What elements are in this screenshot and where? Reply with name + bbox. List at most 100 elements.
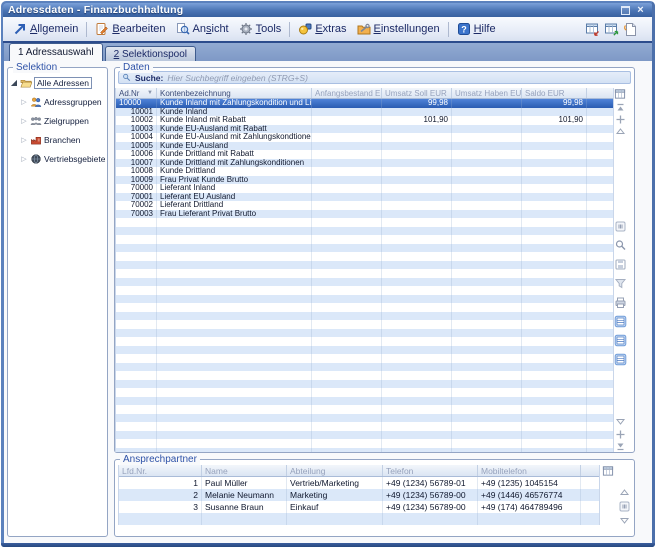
table-row[interactable]: 10006Kunde Drittland mit Rabatt xyxy=(116,150,613,159)
table-row-empty[interactable] xyxy=(116,235,613,244)
contacts-column-header-mobiltelefon[interactable]: Mobiltelefon xyxy=(478,465,581,476)
menu-item-ansicht[interactable]: Ansicht xyxy=(171,20,234,38)
contacts-scroll-down-icon[interactable] xyxy=(619,515,630,526)
table-row-empty[interactable] xyxy=(116,397,613,406)
table-row[interactable]: 10007Kunde Drittland mit Zahlungskonditi… xyxy=(116,159,613,168)
contacts-column-header-telefon[interactable]: Telefon xyxy=(383,465,478,476)
table-row[interactable]: 70002Lieferant Drittland xyxy=(116,201,613,210)
table-row-empty[interactable] xyxy=(116,337,613,346)
tree-item-alle-adressen[interactable]: ◢Alle Adressen xyxy=(10,73,106,92)
menu-item-bearbeiten[interactable]: Bearbeiten xyxy=(90,20,170,38)
table-row[interactable]: 10001Kunde Inland xyxy=(116,108,613,117)
table-row-empty[interactable] xyxy=(116,371,613,380)
table-row-empty[interactable] xyxy=(116,312,613,321)
table-row-empty[interactable] xyxy=(116,448,613,453)
view-mode-2-icon[interactable] xyxy=(614,334,627,347)
table-row-empty[interactable] xyxy=(116,278,613,287)
table-row[interactable]: 10003Kunde EU-Ausland mit Rabatt xyxy=(116,125,613,134)
table-row-empty[interactable] xyxy=(116,269,613,278)
table-row[interactable]: 70000Lieferant Inland xyxy=(116,184,613,193)
title-bar[interactable]: Adressdaten - Finanzbuchhaltung × xyxy=(3,3,653,17)
table-row[interactable]: 10009Frau Privat Kunde Brutto xyxy=(116,176,613,185)
collapse-marker-icon[interactable]: ▷ xyxy=(20,136,28,144)
contacts-column-header-abteilung[interactable]: Abteilung xyxy=(287,465,383,476)
table-row-empty[interactable] xyxy=(116,431,613,440)
scroll-plus-icon[interactable] xyxy=(615,114,626,125)
scroll-first-icon[interactable] xyxy=(615,102,626,113)
drag-grip-icon[interactable] xyxy=(614,220,627,233)
table-row-empty[interactable] xyxy=(116,405,613,414)
view-mode-3-icon[interactable] xyxy=(614,353,627,366)
table-row-empty[interactable] xyxy=(116,286,613,295)
table-row[interactable]: 70003Frau Lieferant Privat Brutto xyxy=(116,210,613,219)
contact-row[interactable]: 2Melanie NeumannMarketing+49 (1234) 5678… xyxy=(119,489,599,501)
new-document-icon[interactable] xyxy=(623,22,638,37)
table-row-empty[interactable] xyxy=(116,346,613,355)
contact-row[interactable]: 3Susanne BraunEinkauf+49 (1234) 56789-00… xyxy=(119,501,599,513)
table-row-empty[interactable] xyxy=(116,363,613,372)
column-header-umsatz-soll-eur[interactable]: Umsatz Soll EUR xyxy=(382,88,452,98)
table-row-empty[interactable] xyxy=(116,414,613,423)
table-row-empty[interactable] xyxy=(116,439,613,448)
table-import-icon[interactable] xyxy=(604,22,619,37)
scroll-last-icon[interactable] xyxy=(615,441,626,452)
table-row-empty[interactable] xyxy=(116,252,613,261)
table-row-empty[interactable] xyxy=(116,295,613,304)
contacts-column-header-name[interactable]: Name xyxy=(202,465,287,476)
table-row[interactable]: 10002Kunde Inland mit Rabatt101,90101,90 xyxy=(116,116,613,125)
menu-item-tools[interactable]: Tools xyxy=(234,20,287,38)
tab-1-adressauswahl[interactable]: 1 Adressauswahl xyxy=(9,43,103,61)
table-row[interactable]: 10008Kunde Drittland xyxy=(116,167,613,176)
column-header-umsatz-haben-eur[interactable]: Umsatz Haben EUR xyxy=(452,88,522,98)
collapse-marker-icon[interactable]: ▷ xyxy=(20,117,28,125)
view-mode-1-icon[interactable] xyxy=(614,315,627,328)
table-row-empty[interactable] xyxy=(116,303,613,312)
close-button[interactable]: × xyxy=(633,4,648,16)
contacts-column-chooser-icon[interactable] xyxy=(602,465,614,477)
contact-row-empty[interactable] xyxy=(119,513,599,525)
scroll-up-icon[interactable] xyxy=(615,126,626,137)
tree-item-branchen[interactable]: ▷Branchen xyxy=(10,130,106,149)
table-row-empty[interactable] xyxy=(116,218,613,227)
zoom-icon[interactable] xyxy=(614,239,627,252)
table-row[interactable]: 70001Lieferant EU Ausland xyxy=(116,193,613,202)
table-row-empty[interactable] xyxy=(116,380,613,389)
scroll-plus2-icon[interactable] xyxy=(615,429,626,440)
table-row[interactable]: 10004Kunde EU-Ausland mit Zahlungskondti… xyxy=(116,133,613,142)
table-row-empty[interactable] xyxy=(116,320,613,329)
column-header-anfangsbestand-eur[interactable]: Anfangsbestand EUR xyxy=(312,88,382,98)
contacts-scroll-up-icon[interactable] xyxy=(619,487,630,498)
contacts-column-header-lfd-nr-[interactable]: Lfd.Nr. xyxy=(119,465,202,476)
column-header-ad-nr[interactable]: Ad.Nr▼ xyxy=(116,88,157,98)
table-row-empty[interactable] xyxy=(116,354,613,363)
contacts-drag-grip-icon[interactable] xyxy=(618,500,631,513)
menu-item-allgemein[interactable]: Allgemein xyxy=(8,20,83,38)
table-row[interactable]: 10000Kunde Inland mit Zahlungskondition … xyxy=(116,99,613,108)
filter-icon[interactable] xyxy=(614,277,627,290)
table-row-empty[interactable] xyxy=(116,244,613,253)
tree-item-vertriebsgebiete[interactable]: ▷Vertriebsgebiete xyxy=(10,149,106,168)
table-row-empty[interactable] xyxy=(116,422,613,431)
collapse-marker-icon[interactable]: ▷ xyxy=(20,155,28,163)
table-export-icon[interactable] xyxy=(585,22,600,37)
save-icon[interactable] xyxy=(614,258,627,271)
table-row[interactable]: 10005Kunde EU-Ausland xyxy=(116,142,613,151)
print-icon[interactable] xyxy=(614,296,627,309)
table-row-empty[interactable] xyxy=(116,388,613,397)
contact-row[interactable]: 1Paul MüllerVertrieb/Marketing+49 (1234)… xyxy=(119,477,599,489)
scroll-down-icon[interactable] xyxy=(615,416,626,427)
tree-item-zielgruppen[interactable]: ▷Zielgruppen xyxy=(10,111,106,130)
table-row-empty[interactable] xyxy=(116,261,613,270)
column-header-kontenbezeichnung[interactable]: Kontenbezeichnung xyxy=(157,88,312,98)
tree-item-adressgruppen[interactable]: ▷Adressgruppen xyxy=(10,92,106,111)
table-row-empty[interactable] xyxy=(116,227,613,236)
restore-button[interactable] xyxy=(618,4,633,16)
tab-2-selektionspool[interactable]: 2 Selektionspool xyxy=(105,46,196,61)
menu-item-extras[interactable]: Extras xyxy=(293,20,351,38)
expand-marker-icon[interactable]: ◢ xyxy=(10,78,18,87)
menu-item-einstellungen[interactable]: Einstellungen xyxy=(352,20,445,38)
menu-item-hilfe[interactable]: ?Hilfe xyxy=(452,20,501,38)
table-row-empty[interactable] xyxy=(116,329,613,338)
search-input[interactable]: Suche: Hier Suchbegriff eingeben (STRG+S… xyxy=(118,71,631,84)
collapse-marker-icon[interactable]: ▷ xyxy=(20,98,28,106)
